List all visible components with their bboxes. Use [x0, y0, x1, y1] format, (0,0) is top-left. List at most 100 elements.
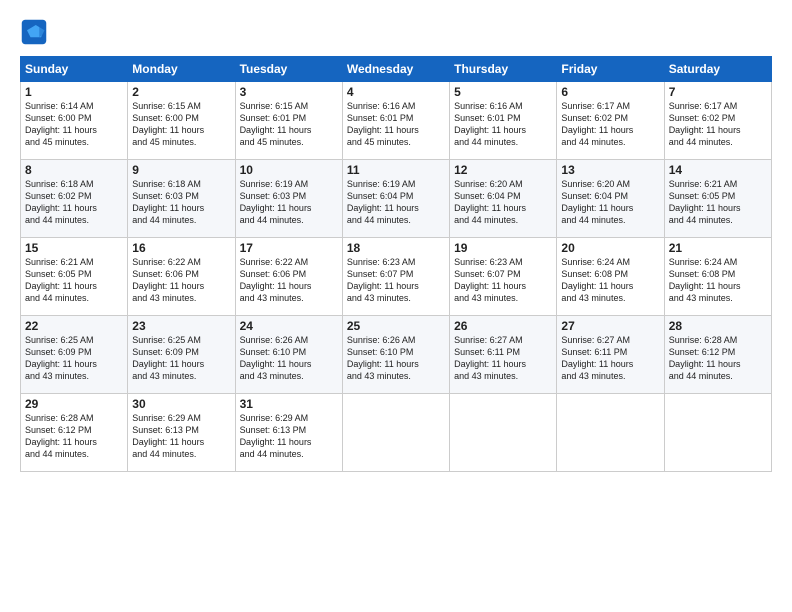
cell-daylight-text: Sunrise: 6:25 AM Sunset: 6:09 PM Dayligh… — [25, 334, 123, 383]
calendar-week-row: 1Sunrise: 6:14 AM Sunset: 6:00 PM Daylig… — [21, 82, 772, 160]
calendar-cell: 4Sunrise: 6:16 AM Sunset: 6:01 PM Daylig… — [342, 82, 449, 160]
day-number: 19 — [454, 241, 552, 255]
calendar-cell: 23Sunrise: 6:25 AM Sunset: 6:09 PM Dayli… — [128, 316, 235, 394]
cell-daylight-text: Sunrise: 6:19 AM Sunset: 6:04 PM Dayligh… — [347, 178, 445, 227]
cell-daylight-text: Sunrise: 6:18 AM Sunset: 6:02 PM Dayligh… — [25, 178, 123, 227]
cell-daylight-text: Sunrise: 6:20 AM Sunset: 6:04 PM Dayligh… — [454, 178, 552, 227]
cell-daylight-text: Sunrise: 6:19 AM Sunset: 6:03 PM Dayligh… — [240, 178, 338, 227]
calendar-cell: 11Sunrise: 6:19 AM Sunset: 6:04 PM Dayli… — [342, 160, 449, 238]
calendar-header-cell: Monday — [128, 57, 235, 82]
calendar-cell: 25Sunrise: 6:26 AM Sunset: 6:10 PM Dayli… — [342, 316, 449, 394]
day-number: 12 — [454, 163, 552, 177]
calendar-cell: 16Sunrise: 6:22 AM Sunset: 6:06 PM Dayli… — [128, 238, 235, 316]
cell-daylight-text: Sunrise: 6:16 AM Sunset: 6:01 PM Dayligh… — [347, 100, 445, 149]
day-number: 1 — [25, 85, 123, 99]
day-number: 13 — [561, 163, 659, 177]
calendar-cell: 20Sunrise: 6:24 AM Sunset: 6:08 PM Dayli… — [557, 238, 664, 316]
cell-daylight-text: Sunrise: 6:21 AM Sunset: 6:05 PM Dayligh… — [25, 256, 123, 305]
cell-daylight-text: Sunrise: 6:27 AM Sunset: 6:11 PM Dayligh… — [454, 334, 552, 383]
calendar-header-cell: Tuesday — [235, 57, 342, 82]
day-number: 2 — [132, 85, 230, 99]
calendar-cell: 14Sunrise: 6:21 AM Sunset: 6:05 PM Dayli… — [664, 160, 771, 238]
page: SundayMondayTuesdayWednesdayThursdayFrid… — [0, 0, 792, 612]
day-number: 17 — [240, 241, 338, 255]
cell-daylight-text: Sunrise: 6:21 AM Sunset: 6:05 PM Dayligh… — [669, 178, 767, 227]
cell-daylight-text: Sunrise: 6:15 AM Sunset: 6:01 PM Dayligh… — [240, 100, 338, 149]
header — [20, 18, 772, 46]
calendar-cell: 26Sunrise: 6:27 AM Sunset: 6:11 PM Dayli… — [450, 316, 557, 394]
calendar-cell: 12Sunrise: 6:20 AM Sunset: 6:04 PM Dayli… — [450, 160, 557, 238]
calendar-header-row: SundayMondayTuesdayWednesdayThursdayFrid… — [21, 57, 772, 82]
day-number: 10 — [240, 163, 338, 177]
cell-daylight-text: Sunrise: 6:23 AM Sunset: 6:07 PM Dayligh… — [454, 256, 552, 305]
calendar-body: 1Sunrise: 6:14 AM Sunset: 6:00 PM Daylig… — [21, 82, 772, 472]
calendar-cell: 2Sunrise: 6:15 AM Sunset: 6:00 PM Daylig… — [128, 82, 235, 160]
day-number: 8 — [25, 163, 123, 177]
calendar-header-cell: Friday — [557, 57, 664, 82]
calendar-cell: 1Sunrise: 6:14 AM Sunset: 6:00 PM Daylig… — [21, 82, 128, 160]
day-number: 4 — [347, 85, 445, 99]
calendar-cell: 9Sunrise: 6:18 AM Sunset: 6:03 PM Daylig… — [128, 160, 235, 238]
day-number: 26 — [454, 319, 552, 333]
cell-daylight-text: Sunrise: 6:15 AM Sunset: 6:00 PM Dayligh… — [132, 100, 230, 149]
calendar-week-row: 29Sunrise: 6:28 AM Sunset: 6:12 PM Dayli… — [21, 394, 772, 472]
day-number: 21 — [669, 241, 767, 255]
day-number: 15 — [25, 241, 123, 255]
calendar-cell: 19Sunrise: 6:23 AM Sunset: 6:07 PM Dayli… — [450, 238, 557, 316]
day-number: 28 — [669, 319, 767, 333]
calendar-header-cell: Sunday — [21, 57, 128, 82]
calendar-cell: 13Sunrise: 6:20 AM Sunset: 6:04 PM Dayli… — [557, 160, 664, 238]
day-number: 23 — [132, 319, 230, 333]
day-number: 7 — [669, 85, 767, 99]
cell-daylight-text: Sunrise: 6:26 AM Sunset: 6:10 PM Dayligh… — [240, 334, 338, 383]
day-number: 31 — [240, 397, 338, 411]
calendar-header-cell: Saturday — [664, 57, 771, 82]
calendar-week-row: 22Sunrise: 6:25 AM Sunset: 6:09 PM Dayli… — [21, 316, 772, 394]
calendar-cell — [557, 394, 664, 472]
logo — [20, 18, 50, 46]
day-number: 25 — [347, 319, 445, 333]
calendar-cell — [342, 394, 449, 472]
cell-daylight-text: Sunrise: 6:23 AM Sunset: 6:07 PM Dayligh… — [347, 256, 445, 305]
calendar-cell — [664, 394, 771, 472]
calendar-cell: 3Sunrise: 6:15 AM Sunset: 6:01 PM Daylig… — [235, 82, 342, 160]
cell-daylight-text: Sunrise: 6:29 AM Sunset: 6:13 PM Dayligh… — [240, 412, 338, 461]
cell-daylight-text: Sunrise: 6:22 AM Sunset: 6:06 PM Dayligh… — [132, 256, 230, 305]
day-number: 9 — [132, 163, 230, 177]
calendar-cell: 17Sunrise: 6:22 AM Sunset: 6:06 PM Dayli… — [235, 238, 342, 316]
day-number: 3 — [240, 85, 338, 99]
calendar-header-cell: Wednesday — [342, 57, 449, 82]
day-number: 20 — [561, 241, 659, 255]
cell-daylight-text: Sunrise: 6:17 AM Sunset: 6:02 PM Dayligh… — [561, 100, 659, 149]
day-number: 24 — [240, 319, 338, 333]
cell-daylight-text: Sunrise: 6:22 AM Sunset: 6:06 PM Dayligh… — [240, 256, 338, 305]
calendar-cell: 24Sunrise: 6:26 AM Sunset: 6:10 PM Dayli… — [235, 316, 342, 394]
calendar-cell: 31Sunrise: 6:29 AM Sunset: 6:13 PM Dayli… — [235, 394, 342, 472]
calendar-cell: 18Sunrise: 6:23 AM Sunset: 6:07 PM Dayli… — [342, 238, 449, 316]
calendar-cell: 27Sunrise: 6:27 AM Sunset: 6:11 PM Dayli… — [557, 316, 664, 394]
day-number: 14 — [669, 163, 767, 177]
day-number: 29 — [25, 397, 123, 411]
logo-icon — [20, 18, 48, 46]
cell-daylight-text: Sunrise: 6:24 AM Sunset: 6:08 PM Dayligh… — [561, 256, 659, 305]
day-number: 27 — [561, 319, 659, 333]
calendar-cell: 10Sunrise: 6:19 AM Sunset: 6:03 PM Dayli… — [235, 160, 342, 238]
calendar-cell: 5Sunrise: 6:16 AM Sunset: 6:01 PM Daylig… — [450, 82, 557, 160]
calendar-table: SundayMondayTuesdayWednesdayThursdayFrid… — [20, 56, 772, 472]
day-number: 22 — [25, 319, 123, 333]
day-number: 16 — [132, 241, 230, 255]
cell-daylight-text: Sunrise: 6:16 AM Sunset: 6:01 PM Dayligh… — [454, 100, 552, 149]
cell-daylight-text: Sunrise: 6:28 AM Sunset: 6:12 PM Dayligh… — [25, 412, 123, 461]
cell-daylight-text: Sunrise: 6:27 AM Sunset: 6:11 PM Dayligh… — [561, 334, 659, 383]
calendar-cell: 21Sunrise: 6:24 AM Sunset: 6:08 PM Dayli… — [664, 238, 771, 316]
cell-daylight-text: Sunrise: 6:28 AM Sunset: 6:12 PM Dayligh… — [669, 334, 767, 383]
calendar-header-cell: Thursday — [450, 57, 557, 82]
cell-daylight-text: Sunrise: 6:14 AM Sunset: 6:00 PM Dayligh… — [25, 100, 123, 149]
day-number: 6 — [561, 85, 659, 99]
calendar-cell: 15Sunrise: 6:21 AM Sunset: 6:05 PM Dayli… — [21, 238, 128, 316]
calendar-cell: 22Sunrise: 6:25 AM Sunset: 6:09 PM Dayli… — [21, 316, 128, 394]
day-number: 5 — [454, 85, 552, 99]
cell-daylight-text: Sunrise: 6:20 AM Sunset: 6:04 PM Dayligh… — [561, 178, 659, 227]
cell-daylight-text: Sunrise: 6:18 AM Sunset: 6:03 PM Dayligh… — [132, 178, 230, 227]
calendar-week-row: 15Sunrise: 6:21 AM Sunset: 6:05 PM Dayli… — [21, 238, 772, 316]
